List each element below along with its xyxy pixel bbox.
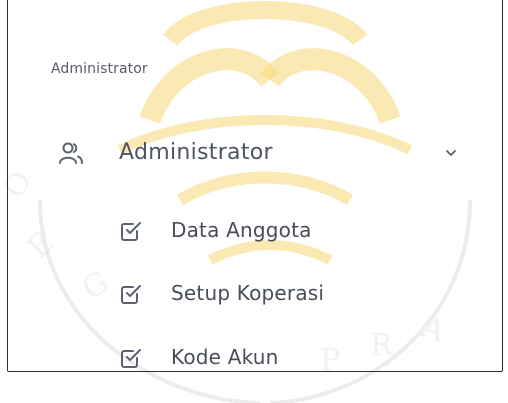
sidebar-item-setup-koperasi[interactable]: Setup Koperasi (110, 275, 410, 315)
sidebar-item-label: Setup Koperasi (171, 281, 325, 305)
section-heading: Administrator (51, 61, 148, 77)
sidebar-item-label: Data Anggota (171, 218, 312, 242)
checkbox-icon (121, 349, 141, 368)
menu-administrator[interactable]: Administrator (40, 130, 480, 178)
checkbox-icon (121, 285, 141, 304)
screen: O E G P R A Administrator Administrator (0, 0, 508, 403)
sidebar-panel (7, 0, 503, 372)
sidebar-item-kode-akun[interactable]: Kode Akun (110, 339, 410, 379)
sidebar-item-label: Kode Akun (171, 345, 279, 369)
chevron-down-icon[interactable] (444, 146, 458, 160)
sidebar-item-data-anggota[interactable]: Data Anggota (110, 212, 410, 252)
users-icon (59, 142, 83, 164)
menu-administrator-label: Administrator (119, 140, 273, 165)
checkbox-icon (121, 222, 141, 241)
